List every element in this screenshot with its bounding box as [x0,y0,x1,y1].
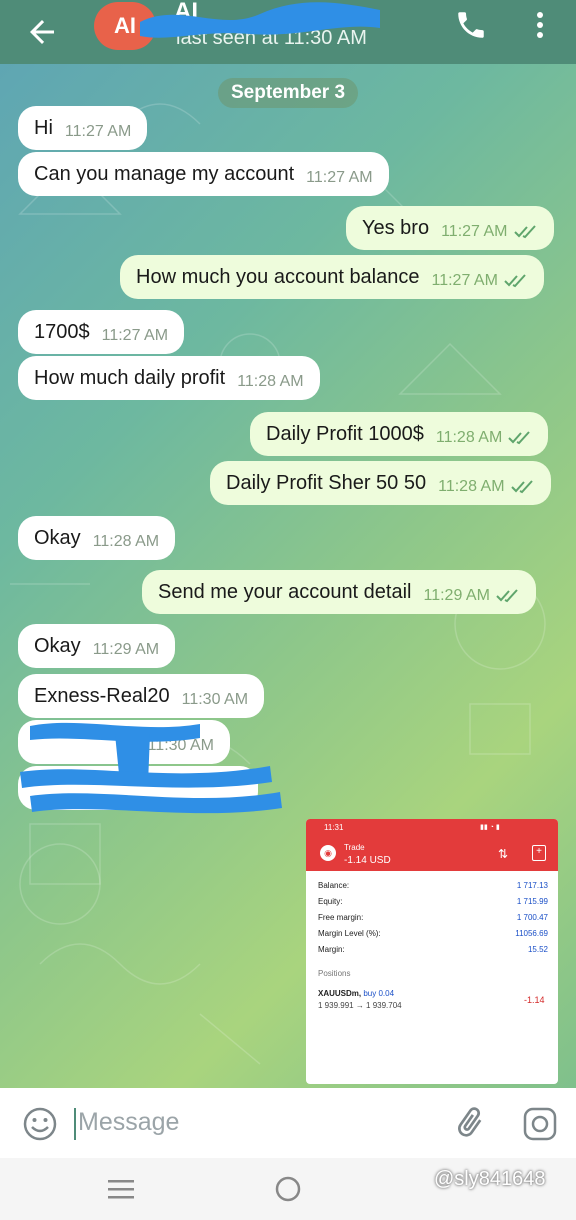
more-vert-icon[interactable] [530,10,550,40]
redaction-scribble [140,2,380,38]
trade-screenshot-image[interactable]: 11:31 ▮▮ ◔ ▮ ◉ Trade -1.14 USD ⇅ + Balan… [306,819,558,1084]
redaction-scribble [20,722,282,814]
message-time: 11:27 AM [101,327,169,344]
watermark: @sly841648 [434,1168,546,1190]
margin-level-row: Margin Level (%): 11056.69 [318,929,548,938]
message-text: Hi [34,116,53,139]
message-incoming[interactable]: Okay 11:28 AM [18,516,176,560]
message-outgoing[interactable]: Yes bro 11:27 AM [346,206,554,250]
message-outgoing[interactable]: Daily Profit Sher 50 50 11:28 AM [210,461,551,505]
phone-icon[interactable] [454,8,488,42]
status-icons: ▮▮ ◔ ▮ [480,824,500,831]
status-time: 11:31 [324,823,344,832]
position-pnl: -1.14 [524,995,545,1005]
message-text: How much you account balance [136,265,420,288]
message-time: 11:28 AM [435,429,503,446]
message-text: 1700$ [34,320,90,343]
date-separator: September 3 [218,78,358,108]
emoji-icon[interactable] [22,1106,58,1142]
message-input[interactable]: Message [78,1108,179,1137]
position-prices: 1 939.991 → 1 939.704 [318,1001,402,1010]
margin-row: Margin: 15.52 [318,945,548,954]
message-text: How much daily profit [34,366,226,389]
message-outgoing[interactable]: Daily Profit 1000$ 11:28 AM [250,412,549,456]
message-incoming[interactable]: Can you manage my account 11:27 AM [18,152,389,196]
message-text: Can you manage my account [34,162,295,185]
message-text: Okay [34,526,81,549]
message-time: 11:28 AM [92,533,160,550]
message-time: 11:28 AM [237,373,304,390]
message-time: 11:27 AM [441,223,508,240]
message-incoming[interactable]: Okay 11:29 AM [18,624,176,668]
message-time: 11:27 AM [431,272,498,289]
message-incoming[interactable]: Hi 11:27 AM [18,106,148,150]
new-order-icon: + [532,845,546,861]
back-arrow-icon[interactable] [24,14,60,50]
message-text: Okay [34,634,81,657]
position-symbol: XAUUSDm, buy 0.04 [318,989,395,998]
chat-header: AI AI last seen at 11:30 AM [0,0,576,64]
message-time: 11:29 AM [423,587,490,604]
message-outgoing[interactable]: How much you account balance 11:27 AM [120,255,544,299]
message-time: 11:27 AM [64,123,132,140]
message-composer: Message [0,1088,576,1158]
message-incoming[interactable]: 1700$ 11:27 AM [18,310,185,354]
read-check-icon [513,225,536,239]
equity-row: Equity: 1 715.99 [318,897,548,906]
read-check-icon [510,480,533,494]
trade-title: Trade [344,843,365,852]
free-margin-row: Free margin: 1 700.47 [318,913,548,922]
nav-menu-icon[interactable] [106,1178,136,1200]
attach-icon[interactable] [452,1104,488,1142]
read-check-icon [508,431,531,445]
read-check-icon [504,274,526,288]
trade-header: 11:31 ▮▮ ◔ ▮ ◉ Trade -1.14 USD ⇅ + [306,819,558,871]
camera-icon[interactable] [522,1106,558,1142]
message-outgoing[interactable]: Send me your account detail 11:29 AM [142,570,536,614]
chat-area[interactable]: September 3 Hi 11:27 AM Can you manage m… [0,64,576,1088]
read-check-icon [496,589,518,603]
positions-label: Positions [318,969,351,978]
balance-row: Balance: 1 717.13 [318,881,548,890]
message-text: Send me your account detail [158,580,412,603]
nav-home-icon[interactable] [274,1175,302,1203]
app-logo-icon: ◉ [320,845,336,861]
message-text: Daily Profit Sher 50 50 [226,471,427,494]
message-text: Daily Profit 1000$ [266,422,424,445]
message-time: 11:27 AM [306,169,373,186]
message-time: 11:28 AM [438,478,505,495]
message-text: Yes bro [362,216,430,239]
text-cursor [74,1108,76,1140]
sort-icon: ⇅ [498,847,509,861]
message-time: 11:29 AM [92,641,160,658]
trade-profit: -1.14 USD [344,855,391,866]
system-nav-bar: @sly841648 [0,1158,576,1220]
message-incoming[interactable]: How much daily profit 11:28 AM [18,356,320,400]
